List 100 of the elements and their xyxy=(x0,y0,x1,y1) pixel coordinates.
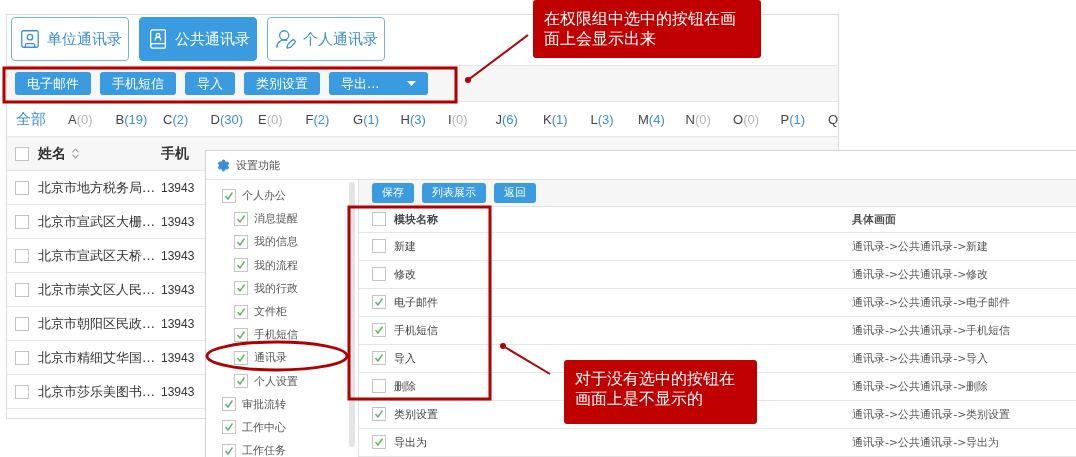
checkbox[interactable] xyxy=(234,327,248,342)
table-cell: 13943 xyxy=(161,384,195,399)
checkbox[interactable] xyxy=(234,211,248,226)
table-cell: 通讯录->公共通讯录->新建 xyxy=(852,238,989,254)
checkbox[interactable] xyxy=(234,350,248,365)
checkmark-icon xyxy=(236,329,246,340)
address-book-tab[interactable]: 个人通讯录 xyxy=(267,17,385,61)
table-cell: 通讯录->公共通讯录->电子邮件 xyxy=(852,294,1011,310)
checkmark-icon xyxy=(236,236,246,247)
letter-filter-link[interactable]: A(0) xyxy=(68,111,116,127)
letter-filter-link[interactable]: C(2) xyxy=(163,111,211,127)
table-cell: 13943 xyxy=(161,316,195,331)
person-icon xyxy=(274,28,297,50)
letter-filter-link[interactable]: O(0) xyxy=(733,111,781,127)
tree-item-label[interactable]: 工作任务 xyxy=(242,443,286,457)
checkbox[interactable] xyxy=(222,420,236,435)
checkbox[interactable] xyxy=(234,374,248,389)
table-cell-text: 北京市地方税务局… xyxy=(38,178,156,197)
checkmark-icon xyxy=(374,297,384,308)
table-cell: 13943 xyxy=(161,214,195,229)
letter-filter-link[interactable]: L(3) xyxy=(590,111,638,127)
tree-item-label[interactable]: 文件柜 xyxy=(254,304,287,320)
tree-item-label[interactable]: 工作中心 xyxy=(242,419,286,435)
checkbox[interactable] xyxy=(372,407,386,422)
table-cell: 通讯录->公共通讯录->删除 xyxy=(852,378,989,394)
checkmark-icon xyxy=(236,376,246,387)
checkbox[interactable] xyxy=(372,323,386,338)
checkbox[interactable] xyxy=(15,180,29,195)
table-cell: 电子邮件 xyxy=(394,294,438,310)
checkbox[interactable] xyxy=(15,282,29,297)
letter-filter-link[interactable]: P(1) xyxy=(780,111,828,127)
scrollbar[interactable] xyxy=(349,182,355,447)
checkbox[interactable] xyxy=(372,351,386,366)
checkmark-icon xyxy=(236,213,246,224)
letter-filter-link[interactable]: M(4) xyxy=(638,111,686,127)
tree-item-label[interactable]: 个人办公 xyxy=(242,188,286,204)
letter-filter-link[interactable]: K(1) xyxy=(543,111,591,127)
tree-item-label[interactable]: 消息提醒 xyxy=(254,211,298,227)
column-header: 手机 xyxy=(161,144,189,163)
table-cell: 类别设置 xyxy=(394,406,438,422)
tree-item-label[interactable]: 我的行政 xyxy=(254,280,298,296)
all-filter-link[interactable]: 全部 xyxy=(16,109,68,129)
letter-filter-link[interactable]: N(0) xyxy=(685,111,733,127)
checkbox[interactable] xyxy=(15,350,29,365)
checkbox[interactable] xyxy=(372,239,386,254)
contact-card-icon xyxy=(18,28,41,50)
letter-filter-link[interactable]: D(30) xyxy=(210,111,258,127)
table-cell: 13943 xyxy=(161,180,195,195)
checkbox[interactable] xyxy=(234,281,248,296)
table-cell: 导出为 xyxy=(394,434,427,450)
letter-filter-link[interactable]: G(1) xyxy=(353,111,401,127)
sort-icon xyxy=(69,147,82,160)
checkbox[interactable] xyxy=(372,212,386,227)
table-cell-text: 北京市朝阳区民政… xyxy=(38,314,156,333)
letter-filter-link[interactable]: H(3) xyxy=(400,111,448,127)
checkbox[interactable] xyxy=(15,248,29,263)
tree-item-label[interactable]: 我的流程 xyxy=(254,257,298,273)
letter-filter-link[interactable]: E(0) xyxy=(258,111,306,127)
table-cell: 通讯录->公共通讯录->修改 xyxy=(852,266,989,282)
annotation-callout: 对于没有选中的按钮在画面上是不显示的 xyxy=(564,360,757,424)
table-cell: 通讯录->公共通讯录->类别设置 xyxy=(852,406,1011,422)
checkmark-icon xyxy=(374,353,384,364)
caret-icon xyxy=(407,81,417,86)
checkbox[interactable] xyxy=(372,267,386,282)
dialog-title: 设置功能 xyxy=(236,157,280,173)
checkbox[interactable] xyxy=(372,379,386,394)
table-cell-text: 北京市精细艾华国… xyxy=(38,348,156,367)
tree-item-label[interactable]: 审批流转 xyxy=(242,396,286,412)
checkbox[interactable] xyxy=(234,234,248,249)
checkmark-icon xyxy=(224,190,234,201)
column-header[interactable]: 姓名 xyxy=(38,144,66,163)
tree-item-label[interactable]: 个人设置 xyxy=(254,373,298,389)
letter-filter-link[interactable]: J(6) xyxy=(495,111,543,127)
checkbox[interactable] xyxy=(222,397,236,412)
letter-filter-link[interactable]: F(2) xyxy=(305,111,353,127)
address-book-tab[interactable]: 单位通讯录 xyxy=(11,17,129,61)
tree-item-label[interactable]: 通讯录 xyxy=(254,350,287,366)
table-cell: 修改 xyxy=(394,266,416,282)
letter-filter-link[interactable]: I(0) xyxy=(448,111,496,127)
checkbox[interactable] xyxy=(222,188,236,203)
checkbox[interactable] xyxy=(222,443,236,457)
table-cell: 13943 xyxy=(161,282,195,297)
checkmark-icon xyxy=(374,409,384,420)
checkmark-icon xyxy=(224,445,234,456)
tree-item-label[interactable]: 我的信息 xyxy=(254,234,298,250)
checkbox[interactable] xyxy=(15,214,29,229)
letter-filter-link[interactable]: Q xyxy=(828,111,838,127)
checkbox[interactable] xyxy=(234,258,248,273)
checkbox[interactable] xyxy=(372,435,386,450)
checkbox[interactable] xyxy=(15,384,29,399)
letter-filter-link[interactable]: B(19) xyxy=(115,111,163,127)
tree-item-label[interactable]: 手机短信 xyxy=(254,327,298,343)
table-cell-text: 北京市崇文区人民… xyxy=(38,280,156,299)
checkmark-icon xyxy=(236,260,246,271)
checkbox[interactable] xyxy=(15,316,29,331)
checkmark-icon xyxy=(224,399,234,410)
checkbox[interactable] xyxy=(15,146,29,161)
checkbox[interactable] xyxy=(234,304,248,319)
checkbox[interactable] xyxy=(372,295,386,310)
annotation-callout: 在权限组中选中的按钮在画面上会显示出来 xyxy=(533,0,761,58)
